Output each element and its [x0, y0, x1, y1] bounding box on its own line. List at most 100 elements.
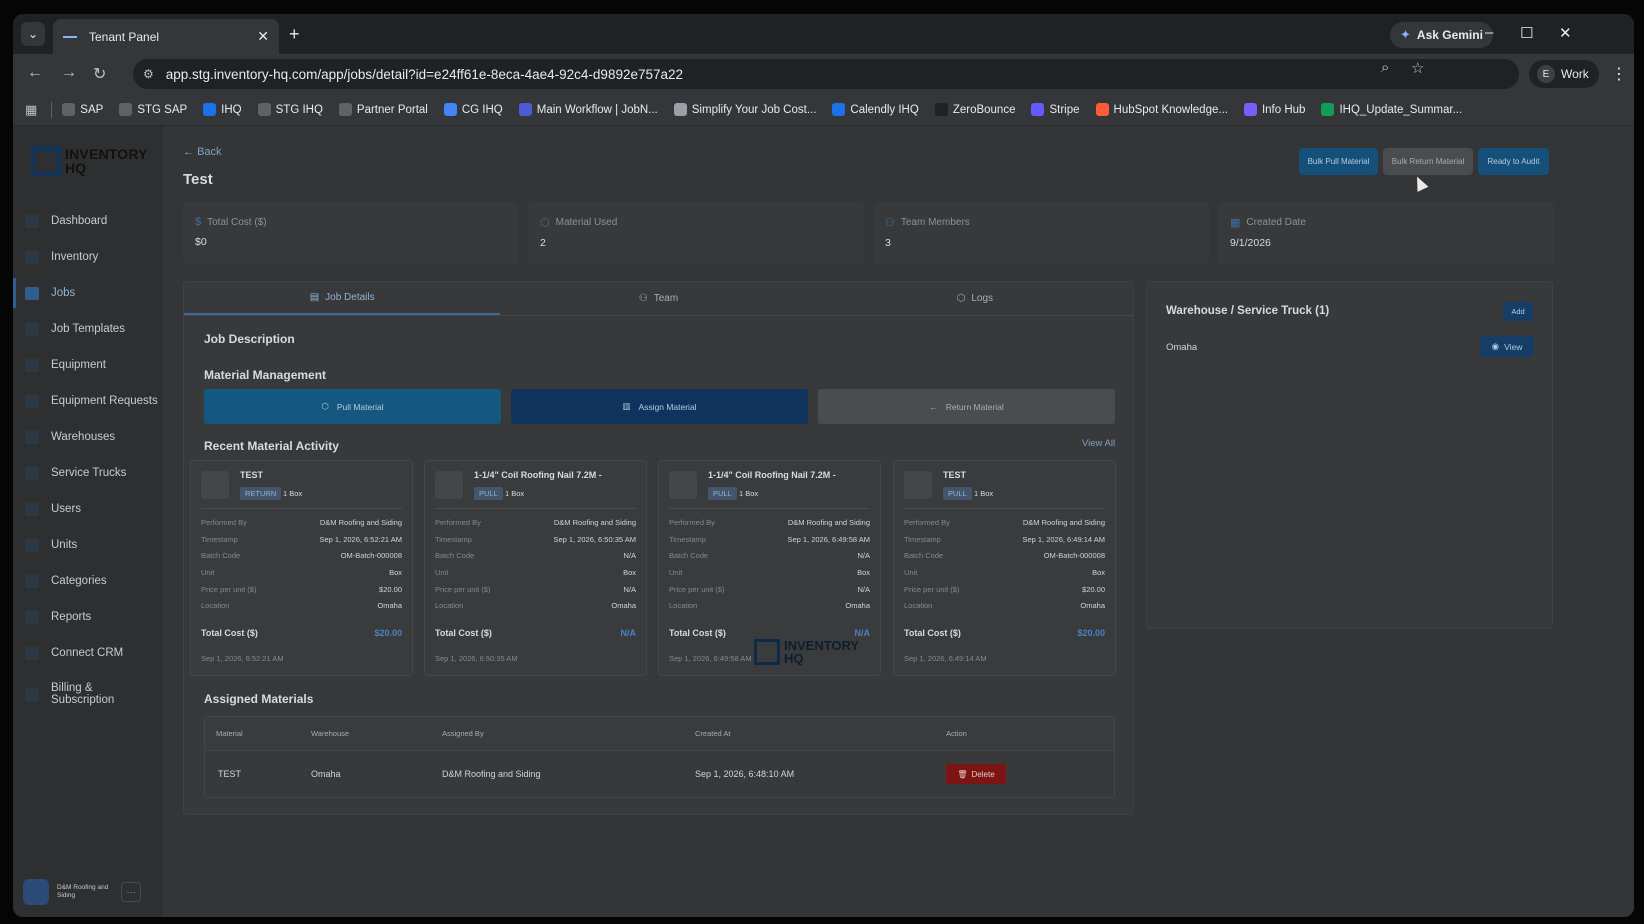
assign-material-button[interactable]: ▥ Assign Material [511, 389, 808, 424]
inventory-icon [25, 250, 39, 264]
bookmark-item[interactable]: ZeroBounce [934, 103, 1015, 116]
window-close-icon[interactable]: ✕ [1559, 24, 1572, 42]
apps-grid-icon[interactable]: ▦ [25, 102, 37, 118]
detail-value: N/A [623, 584, 636, 594]
sidebar-item-jobs[interactable]: Jobs [13, 275, 163, 311]
user-menu[interactable]: D&M Roofing and Siding ··· [23, 879, 141, 905]
stat-label-text: Total Cost ($) [207, 216, 267, 228]
activity-card[interactable]: 1-1/4" Coil Roofing Nail 7.2M - PULL 1 Box… [424, 460, 647, 676]
view-all-link[interactable]: View All [1082, 438, 1115, 449]
tab-close-icon[interactable]: ✕ [257, 28, 269, 45]
profile-button[interactable]: E Work [1529, 60, 1599, 88]
sidebar-item-inventory[interactable]: Inventory [13, 239, 163, 275]
column-header: Created At [695, 729, 731, 738]
total-cost-value: N/A [854, 628, 871, 638]
cell-material: TEST [218, 769, 242, 779]
bookmark-item[interactable]: HubSpot Knowledge... [1095, 103, 1228, 116]
new-tab-button[interactable]: + [289, 24, 300, 45]
bookmark-item[interactable]: Partner Portal [338, 103, 428, 116]
add-warehouse-button[interactable]: Add [1503, 302, 1533, 321]
sidebar-item-warehouses[interactable]: Warehouses [13, 419, 163, 455]
minimize-icon[interactable]: – [1485, 24, 1493, 41]
user-more-button[interactable]: ··· [121, 882, 141, 902]
sidebar-item-label: Categories [51, 575, 107, 587]
bookmark-favicon-icon [257, 103, 271, 116]
ready-to-audit-button[interactable]: Ready to Audit [1478, 148, 1549, 175]
sidebar-item-connect-crm[interactable]: Connect CRM [13, 635, 163, 671]
detail-value: D&M Roofing and Siding [319, 518, 402, 527]
bookmark-favicon-icon [518, 103, 532, 116]
bookmark-star-icon[interactable]: ☆ [1411, 59, 1424, 77]
bookmark-item[interactable]: CG IHQ [443, 103, 503, 116]
warehouse-panel: Warehouse / Service Truck (1) Add Omaha … [1146, 281, 1553, 629]
return-material-button[interactable]: ← Return Material [818, 389, 1115, 424]
inventory-hq-logo[interactable]: INVENTORY HQ [31, 146, 148, 176]
sidebar-item-equipment[interactable]: Equipment [13, 347, 163, 383]
total-cost-row: Total Cost ($) $20.00 [201, 628, 402, 638]
bookmarks-divider [51, 101, 53, 118]
sidebar-item-job-templates[interactable]: Job Templates [13, 311, 163, 347]
tab-team[interactable]: ⚇ Team [500, 282, 816, 315]
site-info-icon[interactable]: ⚙ [143, 67, 154, 81]
tab-logs[interactable]: ⬡ Logs [817, 282, 1133, 315]
activity-date: Sep 1, 2026, 6:49:14 AM [904, 654, 987, 663]
sidebar-item-reports[interactable]: Reports [13, 599, 163, 635]
sidebar-item-equipment-requests[interactable]: Equipment Requests [13, 383, 163, 419]
sidebar-item-billing-subscription[interactable]: Billing & Subscription [13, 671, 163, 717]
back-arrow-icon[interactable]: ← [27, 64, 43, 82]
bookmark-favicon-icon [62, 103, 76, 116]
sidebar-item-units[interactable]: Units [13, 527, 163, 563]
bookmark-item[interactable]: Info Hub [1243, 103, 1305, 116]
browser-tab[interactable]: Tenant Panel ✕ [53, 19, 279, 54]
bookmark-item[interactable]: STG IHQ [257, 103, 323, 116]
bookmark-item[interactable]: STG SAP [119, 103, 187, 116]
bookmark-item[interactable]: Calendly IHQ [832, 103, 919, 116]
job-templates-icon [25, 322, 39, 336]
total-cost-value: $20.00 [374, 628, 402, 638]
bookmarks-bar: ▦ SAP STG SAP IHQ STG IHQ Partner Portal CG I… [13, 94, 1634, 126]
back-link[interactable]: ← Back [183, 146, 222, 158]
sidebar-item-dashboard[interactable]: Dashboard [13, 203, 163, 239]
detail-value: Omaha [845, 601, 870, 611]
activity-card[interactable]: TEST RETURN 1 Box Performed By D&M Roofing a… [190, 460, 413, 676]
view-warehouse-button[interactable]: ◉ View [1480, 336, 1534, 357]
detail-label: Performed By [201, 518, 247, 527]
activity-card[interactable]: TEST PULL 1 Box Performed By D&M Roofing and… [893, 460, 1116, 676]
tab-search-button[interactable]: ⌄ [21, 22, 45, 46]
bookmark-item[interactable]: Main Workflow | JobN... [518, 103, 658, 116]
detail-value: Sep 1, 2026, 6:49:58 AM [787, 534, 870, 544]
sidebar-item-users[interactable]: Users [13, 491, 163, 527]
material-thumbnail [669, 471, 697, 499]
activity-quantity: 1 Box [739, 489, 759, 498]
bookmark-item[interactable]: IHQ [203, 103, 242, 116]
bookmark-item[interactable]: Stripe [1031, 103, 1080, 116]
sidebar-item-service-trucks[interactable]: Service Trucks [13, 455, 163, 491]
bulk-return-button[interactable]: Bulk Return Material [1383, 148, 1473, 175]
detail-row: Location Omaha [435, 601, 636, 618]
calendar-icon: ▦ [1230, 217, 1241, 229]
page-title: Test [183, 171, 213, 188]
tab-job-details[interactable]: ▤ Job Details [184, 282, 501, 315]
bulk-pull-button[interactable]: Bulk Pull Material [1299, 148, 1378, 175]
browser-menu-icon[interactable]: ⋮ [1611, 64, 1627, 84]
detail-label: Unit [201, 568, 215, 578]
total-cost-label: Total Cost ($) [669, 628, 726, 638]
reload-icon[interactable]: ↻ [93, 64, 106, 84]
detail-value: D&M Roofing and Siding [553, 518, 636, 527]
bookmark-item[interactable]: IHQ_Update_Summar... [1321, 103, 1462, 116]
zoom-icon[interactable]: ⌕ [1381, 59, 1389, 76]
material-name: TEST [240, 470, 264, 480]
ask-gemini-button[interactable]: ✦ Ask Gemini [1390, 22, 1493, 48]
bookmark-favicon-icon [1095, 103, 1109, 116]
url-bar[interactable]: ⚙ app.stg.inventory-hq.com/app/jobs/deta… [133, 59, 1519, 89]
stat-card: ⬡ Material Used 2 [528, 202, 864, 264]
card-divider [669, 508, 870, 509]
delete-button[interactable]: 🗑 Delete [946, 764, 1006, 784]
forward-arrow-icon[interactable]: → [61, 64, 77, 82]
cube-icon: ⬡ [956, 293, 966, 304]
sidebar-item-categories[interactable]: Categories [13, 563, 163, 599]
bookmark-item[interactable]: Simplify Your Job Cost... [673, 103, 816, 116]
bookmark-item[interactable]: SAP [62, 103, 103, 116]
maximize-icon[interactable]: ☐ [1520, 24, 1533, 42]
pull-material-button[interactable]: ⬡ Pull Material [204, 389, 501, 424]
